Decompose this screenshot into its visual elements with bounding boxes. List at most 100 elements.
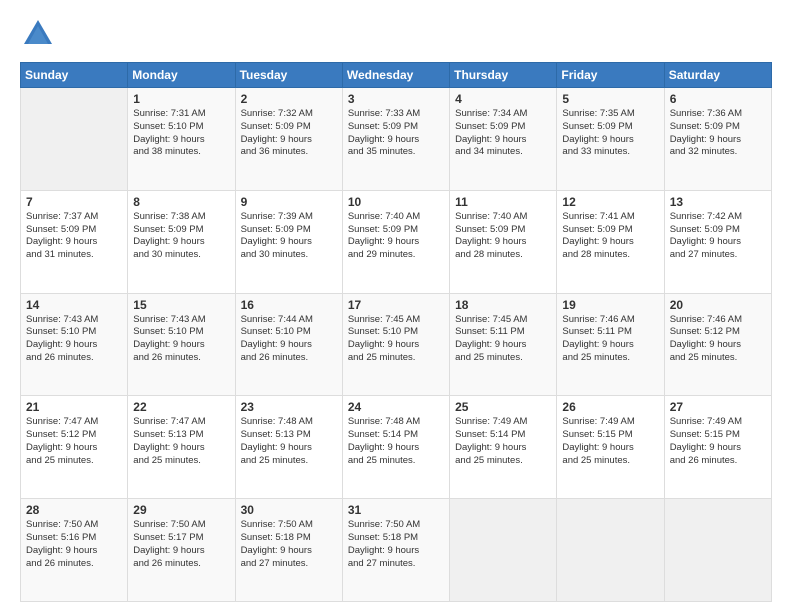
day-number: 23 (241, 400, 337, 414)
day-cell: 23 Sunrise: 7:48 AM Sunset: 5:13 PM Dayli… (235, 396, 342, 499)
day-number: 6 (670, 92, 766, 106)
day-number: 4 (455, 92, 551, 106)
day-info: Sunrise: 7:33 AM Sunset: 5:09 PM Dayligh… (348, 108, 444, 159)
day-cell: 9 Sunrise: 7:39 AM Sunset: 5:09 PM Daylig… (235, 190, 342, 293)
logo (20, 16, 62, 52)
day-cell: 17Sunrise: 7:45 AM Sunset: 5:10 PM Dayli… (342, 293, 449, 396)
day-info: Sunrise: 7:44 AM Sunset: 5:10 PM Dayligh… (241, 314, 337, 365)
header-row: SundayMondayTuesdayWednesdayThursdayFrid… (21, 63, 772, 88)
day-info: Sunrise: 7:43 AM Sunset: 5:10 PM Dayligh… (26, 314, 122, 365)
day-header-monday: Monday (128, 63, 235, 88)
day-info: Sunrise: 7:48 AM Sunset: 5:14 PM Dayligh… (348, 416, 444, 467)
day-info: Sunrise: 7:46 AM Sunset: 5:12 PM Dayligh… (670, 314, 766, 365)
day-info: Sunrise: 7:40 AM Sunset: 5:09 PM Dayligh… (455, 211, 551, 262)
day-cell: 6 Sunrise: 7:36 AM Sunset: 5:09 PM Daylig… (664, 88, 771, 191)
week-row-2: 14 Sunrise: 7:43 AM Sunset: 5:10 PM Dayli… (21, 293, 772, 396)
day-number: 26 (562, 400, 658, 414)
day-info: Sunrise: 7:32 AM Sunset: 5:09 PM Dayligh… (241, 108, 337, 159)
day-info: Sunrise: 7:34 AM Sunset: 5:09 PM Dayligh… (455, 108, 551, 159)
day-cell: 21 Sunrise: 7:47 AM Sunset: 5:12 PM Dayli… (21, 396, 128, 499)
day-info: Sunrise: 7:39 AM Sunset: 5:09 PM Dayligh… (241, 211, 337, 262)
day-number: 24 (348, 400, 444, 414)
day-info: Sunrise: 7:49 AM Sunset: 5:15 PM Dayligh… (670, 416, 766, 467)
day-number: 13 (670, 195, 766, 209)
day-number: 25 (455, 400, 551, 414)
week-row-3: 21 Sunrise: 7:47 AM Sunset: 5:12 PM Dayli… (21, 396, 772, 499)
day-cell: 19 Sunrise: 7:46 AM Sunset: 5:11 PM Dayli… (557, 293, 664, 396)
day-number: 10 (348, 195, 444, 209)
day-number: 9 (241, 195, 337, 209)
day-cell (450, 499, 557, 602)
day-number: 15 (133, 298, 229, 312)
week-row-4: 28Sunrise: 7:50 AM Sunset: 5:16 PM Dayli… (21, 499, 772, 602)
day-cell (21, 88, 128, 191)
week-row-1: 7 Sunrise: 7:37 AM Sunset: 5:09 PM Daylig… (21, 190, 772, 293)
day-info: Sunrise: 7:36 AM Sunset: 5:09 PM Dayligh… (670, 108, 766, 159)
day-cell: 30 Sunrise: 7:50 AM Sunset: 5:18 PM Dayli… (235, 499, 342, 602)
day-number: 22 (133, 400, 229, 414)
day-info: Sunrise: 7:38 AM Sunset: 5:09 PM Dayligh… (133, 211, 229, 262)
day-number: 18 (455, 298, 551, 312)
day-cell: 16Sunrise: 7:44 AM Sunset: 5:10 PM Dayli… (235, 293, 342, 396)
day-cell: 11 Sunrise: 7:40 AM Sunset: 5:09 PM Dayli… (450, 190, 557, 293)
day-cell: 24 Sunrise: 7:48 AM Sunset: 5:14 PM Dayli… (342, 396, 449, 499)
day-info: Sunrise: 7:48 AM Sunset: 5:13 PM Dayligh… (241, 416, 337, 467)
day-cell: 15Sunrise: 7:43 AM Sunset: 5:10 PM Dayli… (128, 293, 235, 396)
day-cell: 3Sunrise: 7:33 AM Sunset: 5:09 PM Daylig… (342, 88, 449, 191)
calendar-table: SundayMondayTuesdayWednesdayThursdayFrid… (20, 62, 772, 602)
day-info: Sunrise: 7:40 AM Sunset: 5:09 PM Dayligh… (348, 211, 444, 262)
day-number: 31 (348, 503, 444, 517)
day-number: 30 (241, 503, 337, 517)
header (20, 16, 772, 52)
day-info: Sunrise: 7:41 AM Sunset: 5:09 PM Dayligh… (562, 211, 658, 262)
day-number: 20 (670, 298, 766, 312)
day-info: Sunrise: 7:50 AM Sunset: 5:17 PM Dayligh… (133, 519, 229, 570)
day-info: Sunrise: 7:46 AM Sunset: 5:11 PM Dayligh… (562, 314, 658, 365)
day-cell: 29 Sunrise: 7:50 AM Sunset: 5:17 PM Dayli… (128, 499, 235, 602)
day-cell (557, 499, 664, 602)
day-cell: 10 Sunrise: 7:40 AM Sunset: 5:09 PM Dayli… (342, 190, 449, 293)
day-number: 19 (562, 298, 658, 312)
day-number: 5 (562, 92, 658, 106)
day-info: Sunrise: 7:42 AM Sunset: 5:09 PM Dayligh… (670, 211, 766, 262)
day-header-friday: Friday (557, 63, 664, 88)
day-cell: 7 Sunrise: 7:37 AM Sunset: 5:09 PM Daylig… (21, 190, 128, 293)
day-cell: 14 Sunrise: 7:43 AM Sunset: 5:10 PM Dayli… (21, 293, 128, 396)
day-number: 27 (670, 400, 766, 414)
day-number: 11 (455, 195, 551, 209)
day-cell: 8 Sunrise: 7:38 AM Sunset: 5:09 PM Daylig… (128, 190, 235, 293)
day-cell: 5Sunrise: 7:35 AM Sunset: 5:09 PM Daylig… (557, 88, 664, 191)
day-cell: 22Sunrise: 7:47 AM Sunset: 5:13 PM Dayli… (128, 396, 235, 499)
day-cell (664, 499, 771, 602)
day-info: Sunrise: 7:50 AM Sunset: 5:18 PM Dayligh… (241, 519, 337, 570)
day-number: 14 (26, 298, 122, 312)
day-header-tuesday: Tuesday (235, 63, 342, 88)
day-info: Sunrise: 7:45 AM Sunset: 5:11 PM Dayligh… (455, 314, 551, 365)
day-number: 2 (241, 92, 337, 106)
day-number: 21 (26, 400, 122, 414)
day-number: 1 (133, 92, 229, 106)
day-cell: 31Sunrise: 7:50 AM Sunset: 5:18 PM Dayli… (342, 499, 449, 602)
day-cell: 20 Sunrise: 7:46 AM Sunset: 5:12 PM Dayli… (664, 293, 771, 396)
day-cell: 2 Sunrise: 7:32 AM Sunset: 5:09 PM Daylig… (235, 88, 342, 191)
day-cell: 25 Sunrise: 7:49 AM Sunset: 5:14 PM Dayli… (450, 396, 557, 499)
day-number: 7 (26, 195, 122, 209)
day-number: 8 (133, 195, 229, 209)
day-number: 28 (26, 503, 122, 517)
day-number: 29 (133, 503, 229, 517)
day-number: 12 (562, 195, 658, 209)
day-header-thursday: Thursday (450, 63, 557, 88)
day-cell: 1Sunrise: 7:31 AM Sunset: 5:10 PM Daylig… (128, 88, 235, 191)
logo-icon (20, 16, 56, 52)
day-cell: 27 Sunrise: 7:49 AM Sunset: 5:15 PM Dayli… (664, 396, 771, 499)
day-cell: 4 Sunrise: 7:34 AM Sunset: 5:09 PM Daylig… (450, 88, 557, 191)
day-cell: 26Sunrise: 7:49 AM Sunset: 5:15 PM Dayli… (557, 396, 664, 499)
day-cell: 12 Sunrise: 7:41 AM Sunset: 5:09 PM Dayli… (557, 190, 664, 293)
day-info: Sunrise: 7:45 AM Sunset: 5:10 PM Dayligh… (348, 314, 444, 365)
calendar: SundayMondayTuesdayWednesdayThursdayFrid… (20, 62, 772, 602)
day-info: Sunrise: 7:37 AM Sunset: 5:09 PM Dayligh… (26, 211, 122, 262)
day-cell: 18 Sunrise: 7:45 AM Sunset: 5:11 PM Dayli… (450, 293, 557, 396)
day-info: Sunrise: 7:47 AM Sunset: 5:12 PM Dayligh… (26, 416, 122, 467)
day-info: Sunrise: 7:49 AM Sunset: 5:14 PM Dayligh… (455, 416, 551, 467)
week-row-0: 1Sunrise: 7:31 AM Sunset: 5:10 PM Daylig… (21, 88, 772, 191)
